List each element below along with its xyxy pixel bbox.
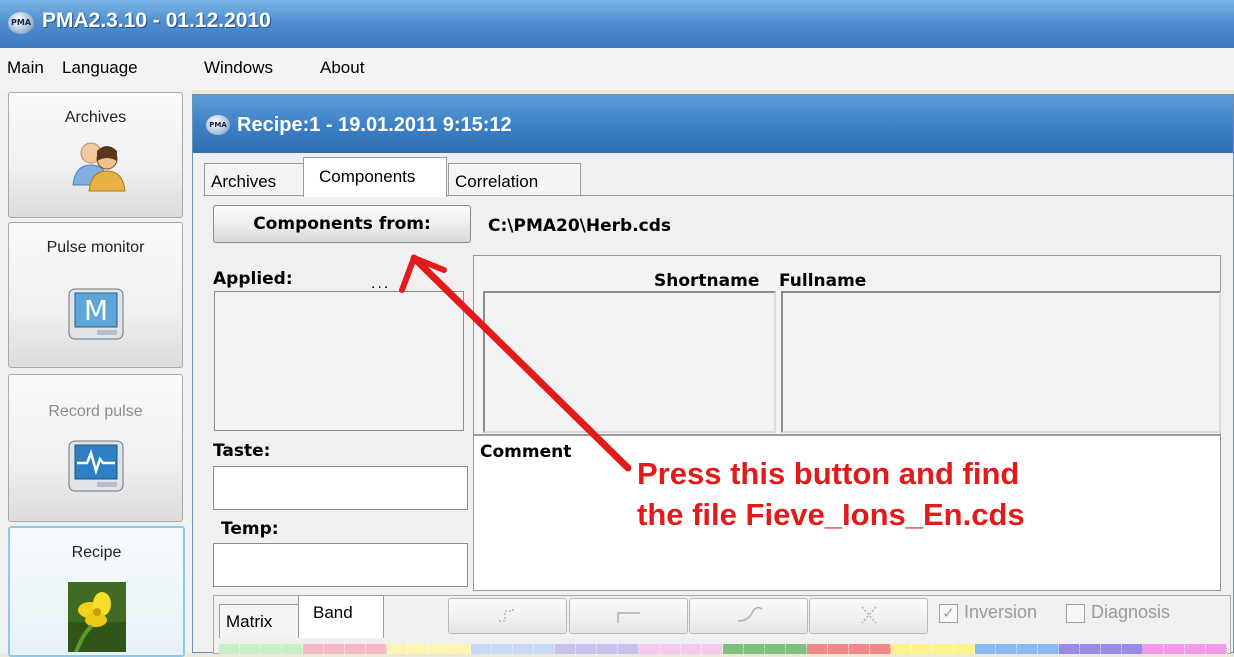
- shortname-column-header[interactable]: Shortname: [654, 271, 759, 291]
- app-logo-icon: PMA: [8, 12, 34, 34]
- scatter-icon[interactable]: [809, 598, 928, 634]
- recipe-window: PMA Recipe:1 - 19.01.2011 9:15:12 Archiv…: [192, 94, 1234, 654]
- app-logo-icon: PMA: [206, 115, 230, 135]
- applied-label: Applied:: [213, 269, 293, 289]
- taste-label: Taste:: [213, 441, 271, 461]
- title-bar[interactable]: PMA PMA2.3.10 - 01.12.2010: [0, 0, 1234, 48]
- step-up-icon[interactable]: [448, 598, 567, 634]
- inversion-label: Inversion: [964, 602, 1038, 622]
- temp-label: Temp:: [221, 519, 279, 539]
- monitor-m-icon: M: [68, 288, 124, 340]
- menu-language[interactable]: Language: [62, 58, 138, 78]
- components-file-path: C:\PMA20\Herb.cds: [488, 216, 672, 236]
- fullname-list[interactable]: [781, 291, 1221, 433]
- nav-pulse-monitor-button[interactable]: Pulse monitor M: [8, 222, 183, 368]
- fullname-column-header[interactable]: Fullname: [779, 271, 866, 291]
- diagnosis-checkbox[interactable]: [1066, 604, 1085, 623]
- shortname-list[interactable]: [483, 291, 776, 433]
- nav-record-pulse-label: Record pulse: [48, 403, 143, 420]
- recipe-window-title-bar[interactable]: PMA Recipe:1 - 19.01.2011 9:15:12: [193, 95, 1233, 153]
- nav-recipe-button[interactable]: Recipe: [8, 526, 185, 657]
- temp-field[interactable]: [213, 543, 468, 587]
- nav-pulse-monitor-label: Pulse monitor: [46, 239, 145, 256]
- menu-bar: Main Language Windows About: [0, 48, 1234, 90]
- nav-recipe-label: Recipe: [71, 544, 122, 561]
- menu-main[interactable]: Main: [7, 58, 44, 78]
- step-flat-icon[interactable]: [569, 598, 688, 634]
- inversion-checkbox[interactable]: ✓: [939, 604, 958, 623]
- heartbeat-monitor-icon: [68, 440, 124, 492]
- tab-matrix[interactable]: Matrix: [219, 604, 299, 638]
- nav-record-pulse-button[interactable]: Record pulse: [8, 374, 183, 522]
- flower-icon: [68, 582, 126, 652]
- annotation-callout: Press this button and find the file Fiev…: [637, 453, 1025, 535]
- tab-components[interactable]: Components: [303, 157, 447, 197]
- curve-icon[interactable]: [689, 598, 808, 634]
- tab-correlation[interactable]: Correlation: [448, 163, 581, 195]
- nav-archives-label: Archives: [64, 109, 127, 126]
- nav-archives-button[interactable]: Archives: [8, 92, 183, 218]
- diagnosis-label: Diagnosis: [1091, 602, 1171, 622]
- taste-field[interactable]: [213, 466, 468, 510]
- users-icon: [72, 142, 126, 192]
- tab-archives[interactable]: Archives: [204, 163, 304, 195]
- applied-list[interactable]: [214, 291, 464, 431]
- svg-text:M: M: [84, 294, 108, 327]
- left-navigation: Archives Pulse monitor M Record pulse Re…: [0, 90, 192, 657]
- recipe-window-title: Recipe:1 - 19.01.2011 9:15:12: [237, 114, 512, 136]
- window-title: PMA2.3.10 - 01.12.2010: [42, 9, 271, 32]
- tab-band[interactable]: Band: [298, 595, 384, 638]
- menu-windows[interactable]: Windows: [204, 58, 273, 78]
- annotation-line-2: the file Fieve_Ions_En.cds: [637, 497, 1025, 532]
- comment-label: Comment: [480, 442, 572, 462]
- annotation-line-1: Press this button and find: [637, 456, 1020, 491]
- menu-about[interactable]: About: [320, 58, 364, 78]
- components-from-button[interactable]: Components from:: [213, 205, 471, 243]
